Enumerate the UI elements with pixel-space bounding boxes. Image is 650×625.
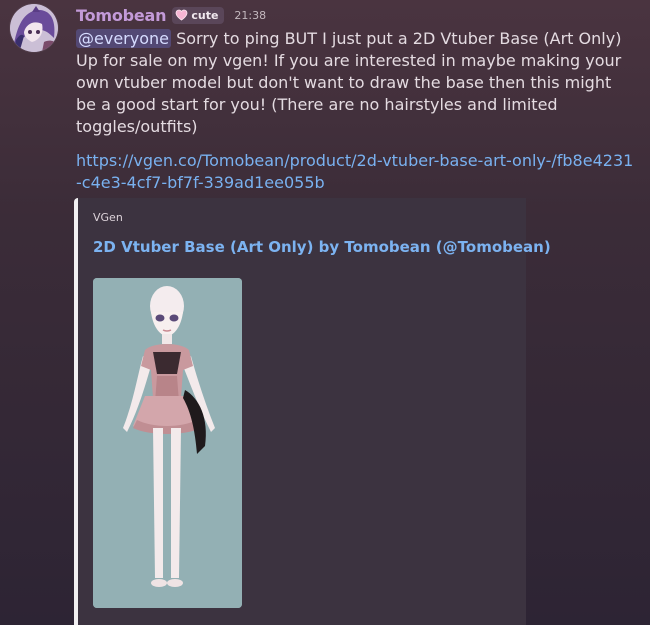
embed-provider[interactable]: VGen: [93, 211, 123, 224]
chat-message: Tomobean cute 21:38 @everyone Sorry to p…: [0, 0, 650, 625]
product-link[interactable]: https://vgen.co/Tomobean/product/2d-vtub…: [76, 150, 636, 194]
embed-image[interactable]: [93, 278, 242, 608]
avatar-image: [10, 4, 58, 52]
message-content: @everyone Sorry to ping BUT I just put a…: [76, 28, 636, 138]
message-header: Tomobean cute 21:38: [76, 4, 266, 26]
link-embed: VGen 2D Vtuber Base (Art Only) by Tomobe…: [74, 198, 551, 625]
embed-title-link[interactable]: 2D Vtuber Base (Art Only) by Tomobean (@…: [93, 238, 551, 256]
everyone-mention[interactable]: @everyone: [76, 29, 171, 48]
heart-icon: [175, 9, 188, 21]
role-tag-label: cute: [191, 8, 219, 22]
timestamp[interactable]: 21:38: [234, 9, 266, 22]
user-avatar[interactable]: [10, 4, 58, 52]
role-tag[interactable]: cute: [172, 6, 225, 24]
username[interactable]: Tomobean: [76, 6, 167, 25]
vtuber-base-illustration: [93, 278, 242, 608]
